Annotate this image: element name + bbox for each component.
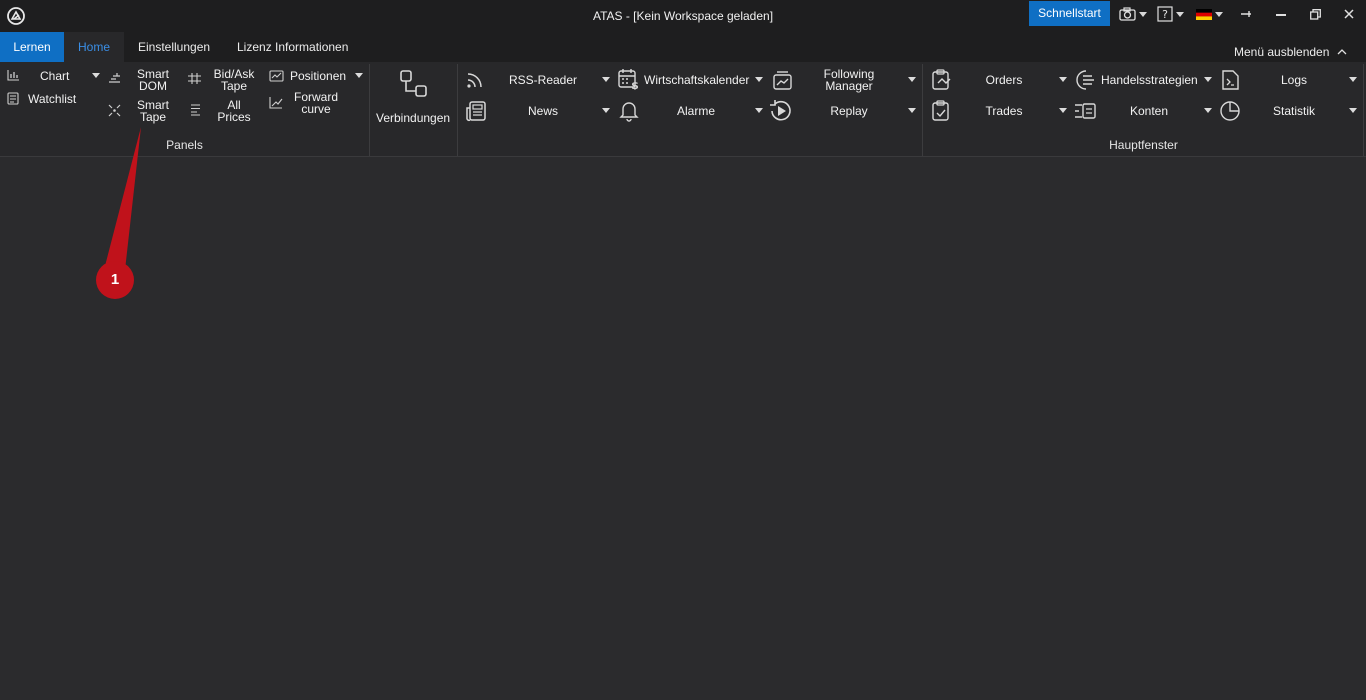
svg-text:?: ? [1162,8,1168,21]
bidask-tape-icon [188,73,201,84]
pin-button[interactable] [1236,6,1256,22]
ribbon-panel: Chart Watchlist Smart DOM Smart Tape Bid… [0,62,1366,157]
camera-icon [1119,7,1136,21]
following-manager-label-line2: Manager [825,79,873,93]
bell-icon [619,102,639,122]
tab-home[interactable]: Home [64,32,124,62]
forward-curve-icon [269,97,283,109]
trades-icon [932,100,949,121]
title-bar: ATAS - [Kein Workspace geladen] Schnells… [0,0,1366,32]
restore-icon [1309,8,1321,20]
chevron-down-icon [1059,77,1067,82]
smart-dom-icon [109,73,120,83]
all-prices-icon [191,104,200,116]
language-button[interactable] [1196,5,1223,23]
help-icon: ? [1157,6,1173,22]
chevron-down-icon [1176,11,1184,17]
ribbon-separator [369,64,370,156]
bidask-tape-label-line2: Tape [220,79,248,93]
german-flag-icon [1196,8,1212,20]
orders-label: Orders [985,73,1023,87]
help-button[interactable]: ? [1157,5,1184,23]
chart-icon [7,70,19,81]
smart-tape-icon [108,104,121,117]
hide-menu-label: Menü ausblenden [1234,45,1330,59]
chevron-down-icon [92,73,100,78]
smart-dom-label-line2: DOM [139,79,167,93]
logs-icon [1222,70,1239,90]
replay-icon [770,100,791,121]
calendar-icon: $ [618,69,639,90]
restore-button[interactable] [1305,6,1325,22]
chevron-down-icon [1139,11,1147,17]
chevron-down-icon [755,77,763,82]
chevron-down-icon [1059,108,1067,113]
chevron-down-icon [602,108,610,113]
watchlist-icon [7,92,19,105]
chevron-down-icon [908,77,916,82]
chart-label: Chart [40,69,70,83]
connections-label: Verbindungen [376,111,451,125]
bidask-tape-label: Bid/Ask Tape [210,68,258,92]
main-window-group-label: Hauptfenster [1109,138,1178,152]
following-manager-icon [773,71,792,90]
panels-group-label: Panels [166,138,203,152]
chevron-down-icon [1349,108,1357,113]
accounts-label: Konten [1129,104,1169,118]
all-prices-label: All Prices [210,99,258,123]
chevron-down-icon [1349,77,1357,82]
close-button[interactable] [1339,6,1359,22]
strategies-icon [1076,70,1094,90]
news-label: News [527,104,558,118]
smart-tape-label: Smart Tape [132,99,174,123]
replay-label: Replay [830,104,868,118]
annotation-number: 1 [110,271,120,288]
watchlist-label: Watchlist [28,92,77,106]
tab-license-info[interactable]: Lizenz Informationen [237,32,348,62]
positions-label: Positionen [290,69,347,83]
logs-label: Logs [1280,73,1308,87]
minimize-button[interactable] [1271,6,1291,22]
tab-settings[interactable]: Einstellungen [138,32,210,62]
chevron-down-icon [602,77,610,82]
smart-dom-label: Smart DOM [132,68,174,92]
pie-chart-icon [1220,101,1240,121]
forward-curve-label: Forward curve [290,91,342,115]
all-prices-label-line2: Prices [217,110,251,124]
close-icon [1344,9,1354,19]
ribbon-tab-bar: Lernen Home Einstellungen Lizenz Informa… [0,32,1366,62]
chevron-down-icon [355,73,363,78]
workspace-area [0,158,1366,700]
smart-tape-label-line2: Tape [139,110,167,124]
pin-icon [1241,11,1251,17]
ribbon-separator [457,64,458,156]
chevron-down-icon [1215,11,1223,17]
following-manager-label: Following Manager [800,68,898,92]
chevron-down-icon [1204,77,1212,82]
positions-icon [269,70,284,82]
hide-menu-button[interactable]: Menü ausblenden [1234,45,1347,59]
minimize-icon [1276,14,1286,16]
rss-reader-label: RSS-Reader [508,73,578,87]
chevron-down-icon [755,108,763,113]
svg-text:$: $ [631,79,639,90]
trades-label: Trades [985,104,1023,118]
economic-calendar-label: Wirtschaftskalender [644,73,750,87]
screenshot-button[interactable] [1119,5,1147,23]
rss-icon [467,73,482,88]
orders-icon [932,69,951,90]
forward-curve-label-line2: curve [301,102,331,116]
chevron-up-icon [1337,49,1347,55]
accounts-icon [1075,103,1096,119]
quickstart-button[interactable]: Schnellstart [1029,1,1110,26]
tab-learn[interactable]: Lernen [0,32,64,62]
alerts-label: Alarme [676,104,715,118]
chevron-down-icon [1204,108,1212,113]
chevron-down-icon [908,108,916,113]
statistics-label: Statistik [1272,104,1315,118]
trading-strategies-label: Handelsstrategien [1101,73,1198,87]
connections-icon [400,70,427,97]
news-icon [466,101,486,122]
ribbon-separator [1363,64,1364,156]
